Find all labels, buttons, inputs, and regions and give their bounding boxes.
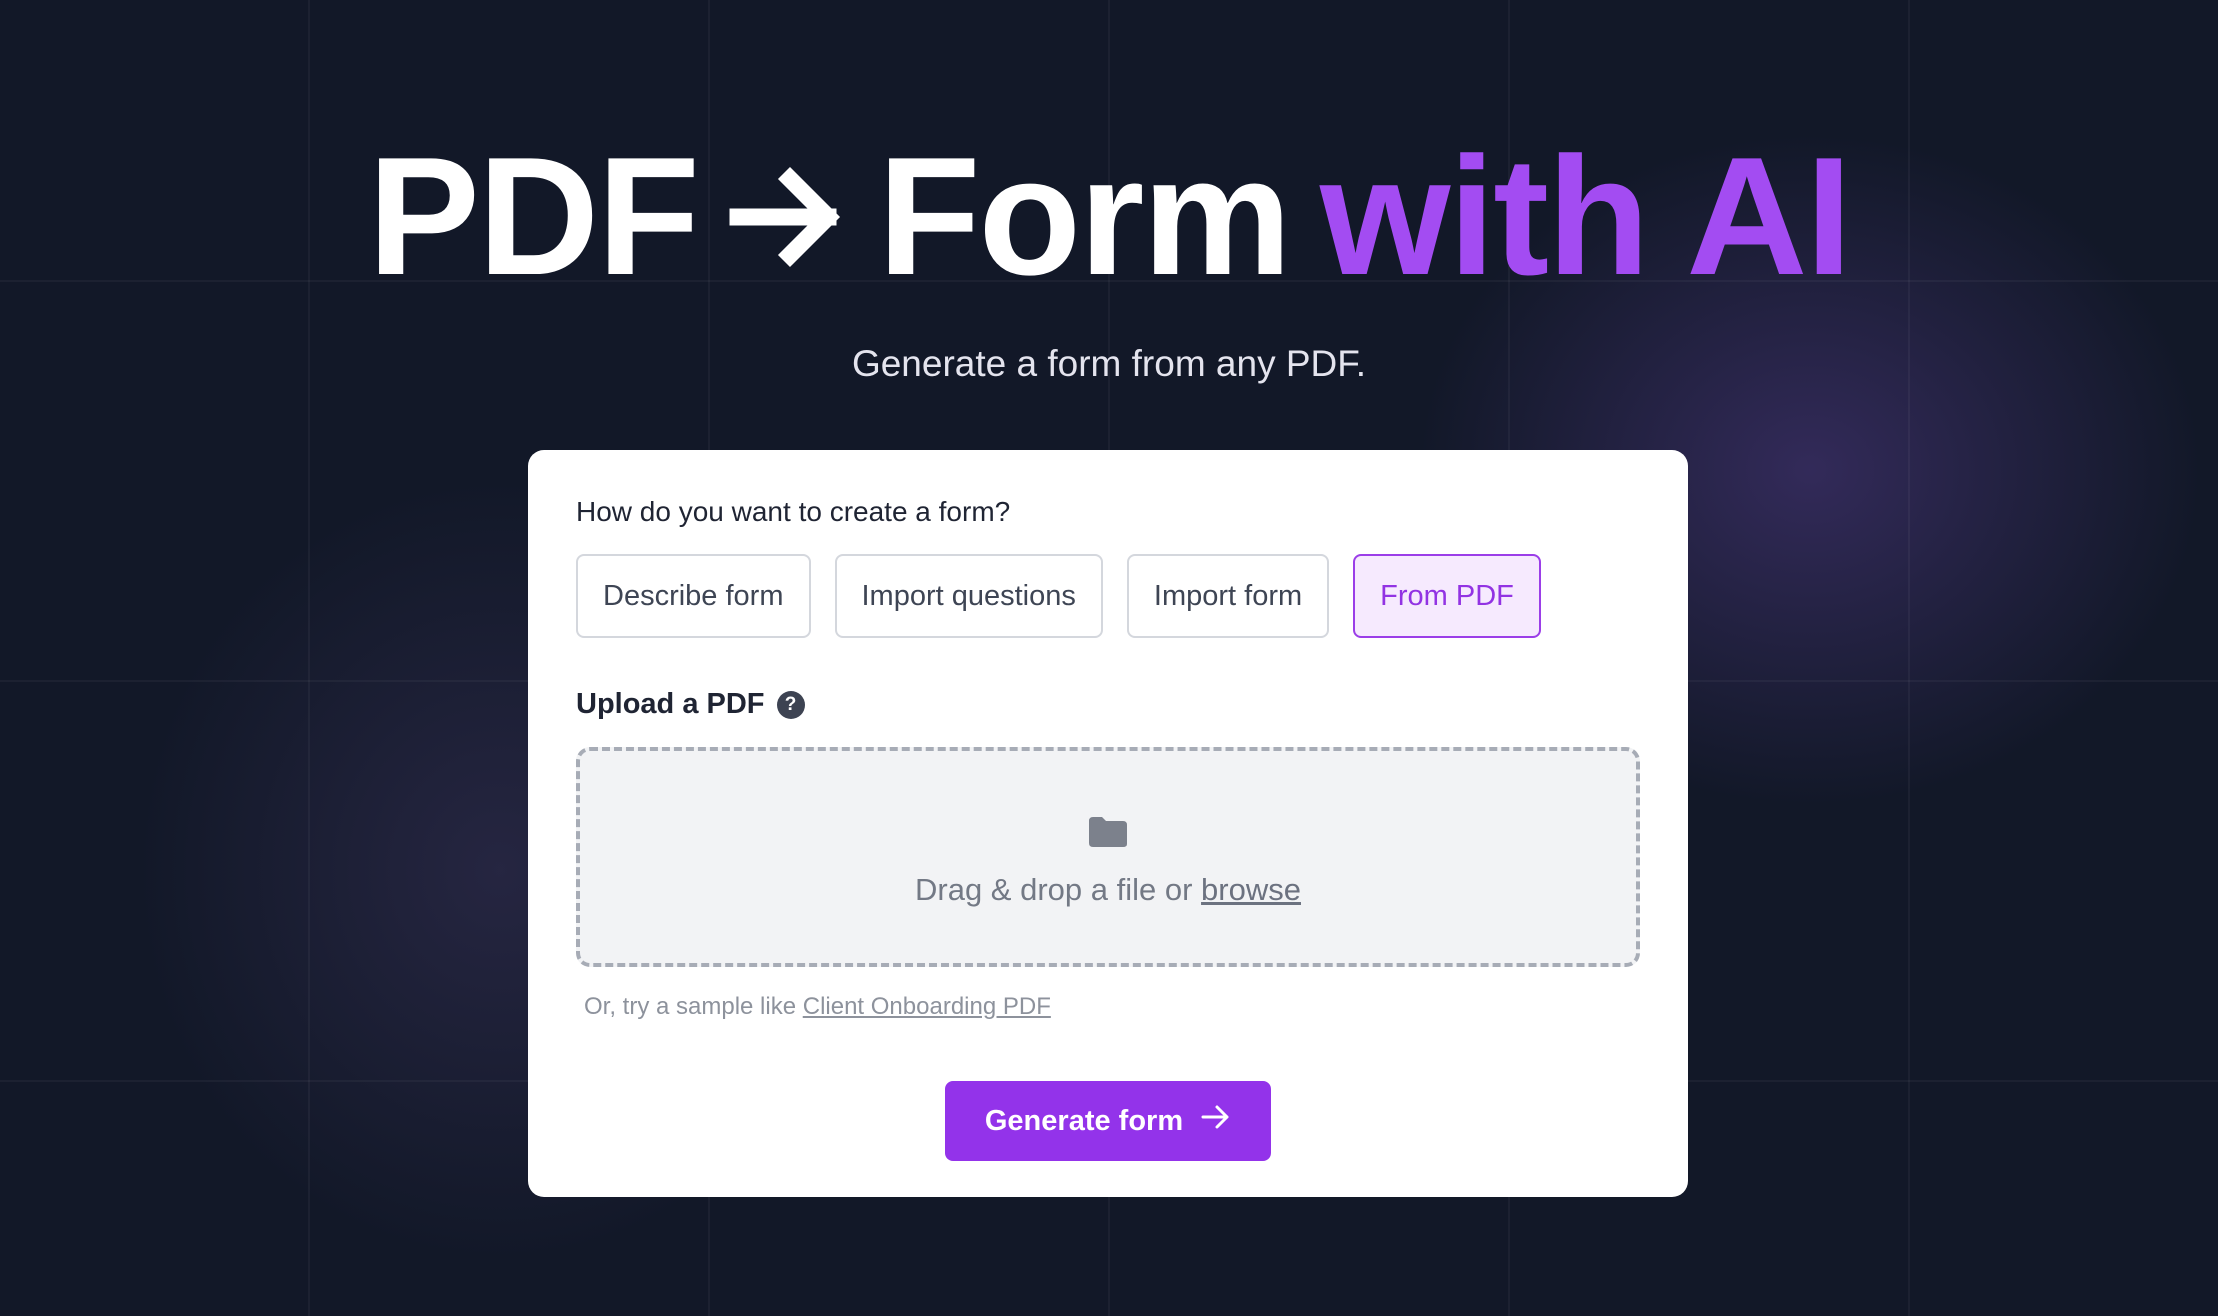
option-import-questions[interactable]: Import questions: [834, 554, 1103, 638]
file-dropzone[interactable]: Drag & drop a file or browse: [576, 747, 1640, 967]
dropzone-prompt: Drag & drop a file or: [915, 871, 1193, 907]
create-form-card: How do you want to create a form? Descri…: [528, 450, 1688, 1197]
upload-label-text: Upload a PDF: [576, 688, 765, 720]
page-title: PDF Form with AI: [0, 120, 2218, 313]
browse-link[interactable]: browse: [1201, 872, 1301, 907]
generate-form-button[interactable]: Generate form: [945, 1081, 1271, 1161]
generate-button-label: Generate form: [984, 1104, 1184, 1137]
upload-label: Upload a PDF ?: [576, 688, 1640, 721]
title-pdf: PDF: [367, 122, 700, 310]
generate-wrap: Generate form: [576, 1081, 1640, 1161]
option-from-pdf[interactable]: From PDF: [1353, 554, 1541, 638]
option-describe-form[interactable]: Describe form: [576, 554, 811, 638]
sample-pdf-link[interactable]: Client Onboarding PDF: [803, 993, 1051, 1020]
creation-method-options: Describe form Import questions Import fo…: [576, 554, 1640, 638]
subtitle: Generate a form from any PDF.: [851, 343, 1367, 385]
right-arrow-icon: [728, 157, 848, 277]
dropzone-text: Drag & drop a file or browse: [915, 872, 1301, 908]
right-arrow-icon: [1201, 1104, 1231, 1138]
option-import-form[interactable]: Import form: [1126, 554, 1330, 638]
question-circle-icon[interactable]: ?: [776, 690, 805, 719]
question-label: How do you want to create a form?: [576, 496, 1011, 527]
title-form: Form: [877, 122, 1292, 310]
folder-icon: [1087, 815, 1129, 854]
title-accent: with AI: [1319, 122, 1852, 310]
sample-prefix: Or, try a sample like: [584, 993, 797, 1020]
sample-hint: Or, try a sample like Client Onboarding …: [584, 993, 1640, 1021]
hero: PDF Form with AI Generate a form from an…: [0, 120, 2218, 385]
